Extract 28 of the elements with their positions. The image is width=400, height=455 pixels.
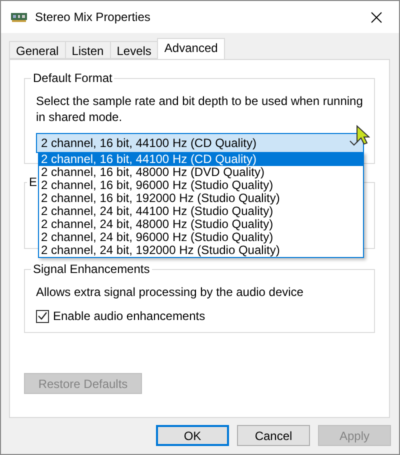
group-title: Default Format bbox=[31, 71, 114, 85]
group-title: Signal Enhancements bbox=[31, 262, 152, 276]
checkbox[interactable] bbox=[36, 310, 49, 322]
dialog-button[interactable]: OK bbox=[156, 425, 229, 446]
chevron-down-icon bbox=[349, 140, 359, 146]
dropdown-option[interactable]: 2 channel, 16 bit, 44100 Hz (CD Quality) bbox=[39, 153, 363, 166]
window-title: Stereo Mix Properties bbox=[35, 10, 152, 24]
tab[interactable]: Levels bbox=[110, 41, 158, 59]
dialog-button[interactable]: Cancel bbox=[237, 425, 310, 446]
checkbox-label: Enable audio enhancements bbox=[53, 309, 206, 323]
dropdown-option[interactable]: 2 channel, 16 bit, 96000 Hz (Studio Quality) bbox=[39, 179, 363, 192]
description-text: Allows extra signal processing by the audio device bbox=[36, 284, 304, 300]
tab[interactable]: General bbox=[9, 41, 66, 59]
tab[interactable]: Listen bbox=[64, 41, 111, 59]
dropdown-option[interactable]: 2 channel, 16 bit, 48000 Hz (DVD Quality) bbox=[39, 166, 363, 179]
close-icon bbox=[370, 12, 382, 22]
group-title: E bbox=[27, 175, 40, 189]
dropdown-option[interactable]: 2 channel, 24 bit, 192000 Hz (Studio Quality) bbox=[39, 244, 363, 257]
tab[interactable]: Advanced bbox=[157, 38, 225, 59]
dropdown-option[interactable]: 2 channel, 24 bit, 96000 Hz (Studio Quality) bbox=[39, 231, 363, 244]
dropdown-option[interactable]: 2 channel, 24 bit, 44100 Hz (Studio Quality) bbox=[39, 205, 363, 218]
checkmark-icon bbox=[38, 312, 47, 320]
dropdown-option[interactable]: 2 channel, 16 bit, 192000 Hz (Studio Quality) bbox=[39, 192, 363, 205]
cursor-icon bbox=[356, 125, 370, 145]
format-dropdown[interactable]: 2 channel, 16 bit, 44100 Hz (CD Quality) bbox=[36, 133, 364, 153]
sound-card-icon bbox=[11, 12, 27, 22]
dropdown-option[interactable]: 2 channel, 24 bit, 48000 Hz (Studio Quality) bbox=[39, 218, 363, 231]
description-text: Select the sample rate and bit depth to be used when running in shared mode. bbox=[36, 93, 364, 125]
